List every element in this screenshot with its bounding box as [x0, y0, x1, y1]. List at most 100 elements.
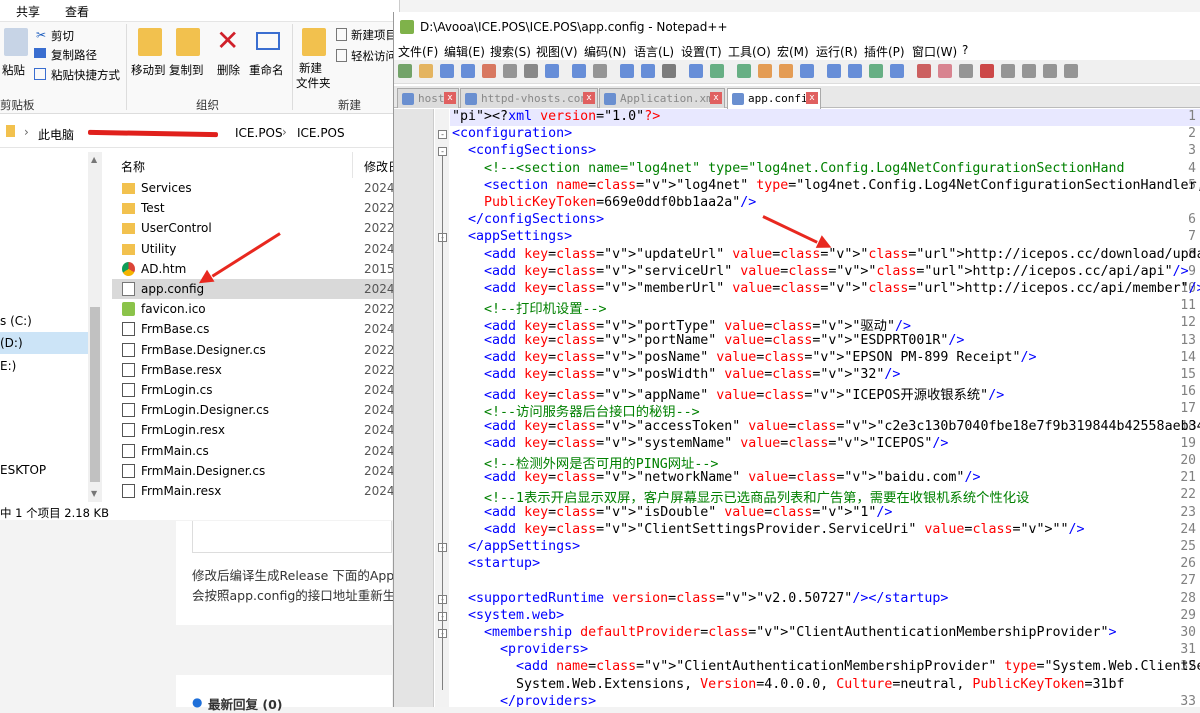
code-editor[interactable]: 1 "pi"><?xml version="1.0"?> 2 <configurati…	[394, 109, 1200, 707]
toolbar-icon[interactable]	[758, 64, 772, 78]
toolbar-icon[interactable]	[620, 64, 634, 78]
tab-application-xml[interactable]: Application.xml x	[599, 88, 725, 108]
nav-drive-e[interactable]: E:)	[0, 359, 16, 373]
toolbar-icon[interactable]	[689, 64, 703, 78]
new-folder-button-line1[interactable]: 新建	[299, 60, 322, 76]
toolbar-icon[interactable]	[641, 64, 655, 78]
file-row[interactable]: Services 2024	[112, 178, 399, 198]
file-row[interactable]: FrmMain.Designer.cs 2024	[112, 461, 399, 481]
toolbar-icon[interactable]	[461, 64, 475, 78]
paste-button[interactable]: 粘贴	[2, 62, 25, 78]
breadcrumb-icepos-1[interactable]: ICE.POS	[235, 126, 283, 140]
toolbar-icon[interactable]	[1001, 64, 1015, 78]
menu-item[interactable]: 文件(F)	[398, 43, 438, 60]
latest-replies-label[interactable]: 最新回复 (0)	[208, 694, 282, 713]
toolbar-icon[interactable]	[869, 64, 883, 78]
menu-item[interactable]: 设置(T)	[681, 43, 722, 60]
menu-item[interactable]: 运行(R)	[816, 43, 858, 60]
file-row[interactable]: UserControl 2022	[112, 218, 399, 238]
menu-item[interactable]: 搜索(S)	[490, 43, 531, 60]
close-icon[interactable]: x	[806, 92, 818, 104]
file-row[interactable]: FrmBase.resx 2022	[112, 360, 399, 380]
fold-toggle-icon[interactable]: -	[438, 147, 447, 157]
breadcrumb-this-pc[interactable]: 此电脑	[38, 126, 74, 143]
scrollbar-thumb[interactable]	[90, 307, 100, 482]
new-item-button[interactable]: 新建项目	[351, 27, 397, 43]
nav-desktop[interactable]: ESKTOP	[0, 463, 46, 477]
fold-toggle-icon[interactable]: -	[438, 130, 447, 140]
toolbar-icon[interactable]	[440, 64, 454, 78]
toolbar-icon[interactable]	[398, 64, 412, 78]
file-row[interactable]: FrmBase.cs 2024	[112, 319, 399, 339]
move-to-button[interactable]: 移动到	[131, 62, 166, 78]
column-header-name[interactable]: 名称	[121, 158, 145, 175]
toolbar-icon[interactable]	[737, 64, 751, 78]
paste-shortcut-button[interactable]: 粘贴快捷方式	[51, 67, 120, 83]
easy-access-button[interactable]: 轻松访问	[351, 48, 397, 64]
copy-to-button[interactable]: 复制到	[169, 62, 204, 78]
toolbar-icon[interactable]	[890, 64, 904, 78]
menu-item[interactable]: 视图(V)	[536, 43, 578, 60]
file-row[interactable]: FrmMain.resx 2024	[112, 481, 399, 501]
file-row[interactable]: app.config 2024	[112, 279, 399, 299]
menu-item[interactable]: 编辑(E)	[444, 43, 485, 60]
menu-item[interactable]: 窗口(W)	[912, 43, 957, 60]
toolbar-icon[interactable]	[524, 64, 538, 78]
close-icon[interactable]: x	[583, 92, 595, 104]
nav-drive-d[interactable]: (D:)	[0, 336, 23, 350]
menu-item[interactable]: 插件(P)	[864, 43, 905, 60]
file-row[interactable]: FrmLogin.cs 2024	[112, 380, 399, 400]
file-row[interactable]: FrmBase.Designer.cs 2022	[112, 340, 399, 360]
toolbar-icon[interactable]	[848, 64, 862, 78]
menu-item[interactable]: 编码(N)	[584, 43, 626, 60]
toolbar-icon[interactable]	[980, 64, 994, 78]
scroll-down-icon[interactable]: ▼	[91, 489, 97, 498]
file-row[interactable]: FrmMain.cs 2024	[112, 441, 399, 461]
tab-view[interactable]: 查看	[65, 3, 89, 20]
toolbar-icon[interactable]	[1022, 64, 1036, 78]
toolbar-icon[interactable]	[710, 64, 724, 78]
tab-share[interactable]: 共享	[16, 3, 40, 20]
breadcrumb-icepos-2[interactable]: ICE.POS	[297, 126, 345, 140]
line-number: 33	[1180, 693, 1196, 707]
toolbar-icon[interactable]	[545, 64, 559, 78]
file-row[interactable]: favicon.ico 2022	[112, 299, 399, 319]
file-row[interactable]: AD.htm 2015	[112, 259, 399, 279]
copy-path-button[interactable]: 复制路径	[51, 47, 97, 63]
new-folder-icon	[302, 28, 326, 56]
file-row[interactable]: FrmLogin.Designer.cs 2024	[112, 400, 399, 420]
new-item-icon	[336, 28, 347, 41]
toolbar-icon[interactable]	[593, 64, 607, 78]
address-bar[interactable]: › 此电脑 ICE.POS › ICE.POS	[0, 118, 399, 148]
toolbar-icon[interactable]	[1043, 64, 1057, 78]
toolbar-icon[interactable]	[959, 64, 973, 78]
toolbar-icon[interactable]	[827, 64, 841, 78]
toolbar-icon[interactable]	[482, 64, 496, 78]
scroll-up-icon[interactable]: ▲	[91, 155, 97, 164]
tab-hosts[interactable]: hosts x	[397, 88, 459, 108]
new-folder-button-line2[interactable]: 文件夹	[296, 75, 331, 91]
file-row[interactable]: Test 2022	[112, 198, 399, 218]
menu-item[interactable]: 工具(O)	[728, 43, 771, 60]
toolbar-icon[interactable]	[938, 64, 952, 78]
menu-item[interactable]: 宏(M)	[777, 43, 809, 60]
toolbar-icon[interactable]	[419, 64, 433, 78]
tab-httpd-vhosts[interactable]: httpd-vhosts.conf x	[460, 88, 598, 108]
rename-button[interactable]: 重命名	[249, 62, 284, 78]
toolbar-icon[interactable]	[503, 64, 517, 78]
toolbar-icon[interactable]	[1064, 64, 1078, 78]
menu-item[interactable]: 语言(L)	[634, 43, 674, 60]
toolbar-icon[interactable]	[800, 64, 814, 78]
close-icon[interactable]: x	[710, 92, 722, 104]
cut-button[interactable]: 剪切	[51, 28, 74, 44]
toolbar-icon[interactable]	[572, 64, 586, 78]
tab-app-config[interactable]: app.config x	[727, 88, 821, 109]
toolbar-icon[interactable]	[779, 64, 793, 78]
close-icon[interactable]: x	[444, 92, 456, 104]
toolbar-icon[interactable]	[917, 64, 931, 78]
delete-button[interactable]: 删除	[217, 62, 240, 78]
file-row[interactable]: FrmLogin.resx 2024	[112, 420, 399, 440]
menu-item[interactable]: ?	[962, 43, 968, 57]
nav-drive-c[interactable]: s (C:)	[0, 314, 32, 328]
toolbar-icon[interactable]	[662, 64, 676, 78]
